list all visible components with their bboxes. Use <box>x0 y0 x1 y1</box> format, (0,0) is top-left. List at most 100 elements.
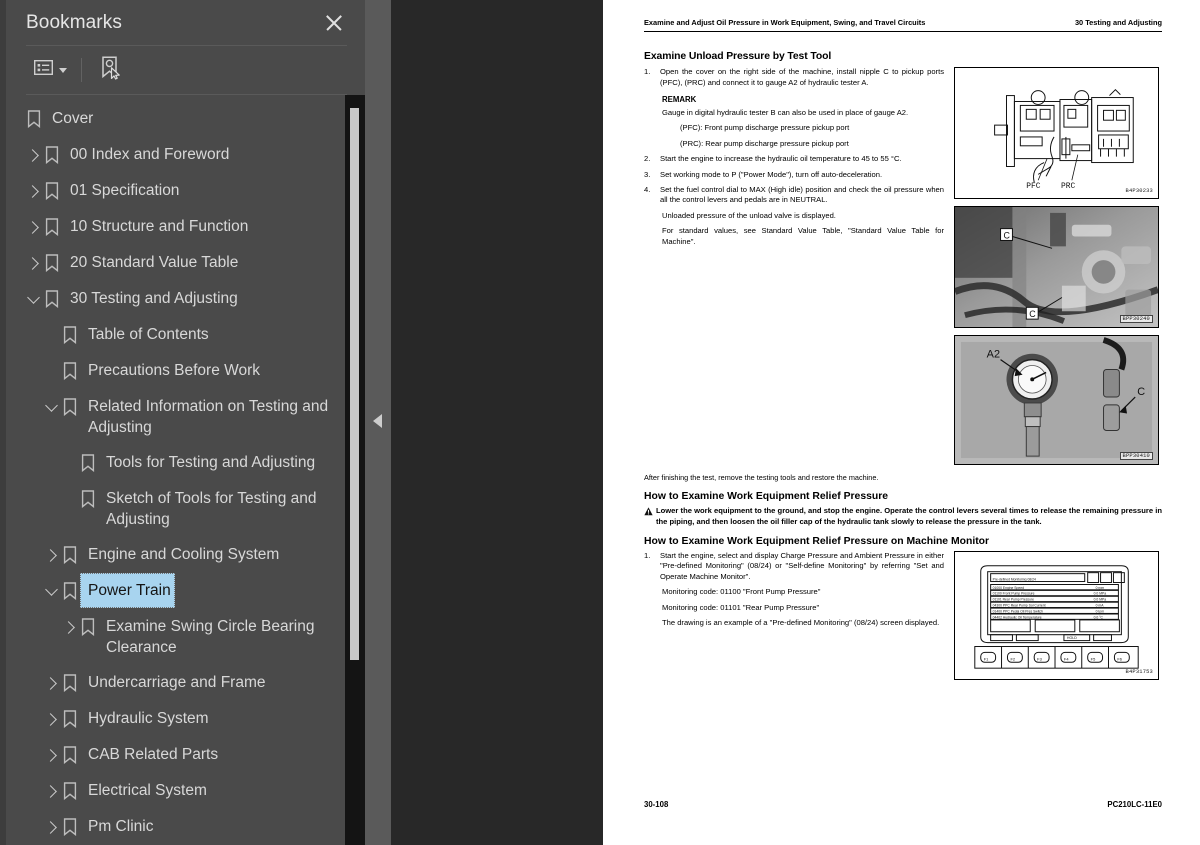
warning-triangle-icon <box>644 506 656 527</box>
svg-text:0 rpm: 0 rpm <box>1096 586 1105 590</box>
step-number: 4. <box>644 185 651 195</box>
chevron-right-icon[interactable] <box>42 701 60 737</box>
svg-text:F1: F1 <box>984 656 989 661</box>
bookmarks-panel-header: Bookmarks <box>6 0 365 45</box>
bookmark-item-10-structure-and-function[interactable]: 10 Structure and Function <box>6 209 347 245</box>
bookmark-item-label: Table of Contents <box>88 326 209 343</box>
svg-text:01400 PPC Pedal Oil Pres Swit: 01400 PPC Pedal Oil Pres Switch <box>993 609 1043 613</box>
remark-title: REMARK <box>662 95 697 104</box>
bookmark-item-examine-swing-circle-bearing-clearance[interactable]: Examine Swing Circle Bearing Clearance <box>6 609 347 665</box>
bookmark-item-30-testing-and-adjusting[interactable]: 30 Testing and Adjusting <box>6 281 347 317</box>
step-text: Open the cover on the right side of the … <box>660 67 944 87</box>
text-column-bottom: 1. Start the engine, select and display … <box>644 551 944 680</box>
monitoring-code-rear: Monitoring code: 01101 "Rear Pump Pressu… <box>662 602 820 612</box>
bookmark-item-20-standard-value-table[interactable]: 20 Standard Value Table <box>6 245 347 281</box>
svg-text:Pre-defined Monitoring 08/24: Pre-defined Monitoring 08/24 <box>993 578 1036 582</box>
chevron-down-icon[interactable] <box>42 389 60 425</box>
step4-notes: Unloaded pressure of the unload valve is… <box>644 211 944 247</box>
svg-text:01000 Engine Speed: 01000 Engine Speed <box>993 586 1024 590</box>
svg-text:0 mA: 0 mA <box>1096 604 1105 608</box>
document-viewer[interactable]: Examine and Adjust Oil Pressure in Work … <box>391 0 1200 845</box>
chevron-down-icon[interactable] <box>42 573 60 609</box>
bookmark-icon <box>42 245 62 281</box>
bookmark-item-undercarriage-and-frame[interactable]: Undercarriage and Frame <box>6 665 347 701</box>
section-heading-relief-pressure: How to Examine Work Equipment Relief Pre… <box>644 491 889 503</box>
bookmark-icon <box>78 445 98 481</box>
chevron-right-icon[interactable] <box>24 173 42 209</box>
warning-block: Lower the work equipment to the ground, … <box>644 506 1162 527</box>
svg-text:C: C <box>1029 309 1036 319</box>
content-columns-bottom: 1. Start the engine, select and display … <box>644 551 1162 680</box>
bookmarks-panel: Bookmarks Cover 00 Index and Foreword 01… <box>6 0 365 845</box>
svg-text:0.0 °C: 0.0 °C <box>1094 615 1104 619</box>
step-text: Start the engine to increase the hydraul… <box>660 154 902 164</box>
bookmark-item-00-index-and-foreword[interactable]: 00 Index and Foreword <box>6 137 347 173</box>
chevron-down-icon[interactable] <box>24 281 42 317</box>
close-icon[interactable] <box>321 10 347 36</box>
bookmark-icon <box>60 537 80 573</box>
list-item: 4. Set the fuel control dial to MAX (Hig… <box>644 185 944 206</box>
bookmark-icon <box>60 737 80 773</box>
nipple-c-installation-photo: C C BPP30240 <box>954 206 1159 329</box>
bookmark-item-table-of-contents[interactable]: Table of Contents <box>6 317 347 353</box>
bookmark-item-01-specification[interactable]: 01 Specification <box>6 173 347 209</box>
bookmark-item-precautions-before-work[interactable]: Precautions Before Work <box>6 353 347 389</box>
list-options-icon <box>33 59 54 80</box>
bookmark-options-button[interactable] <box>28 56 73 84</box>
bookmark-item-engine-and-cooling-system[interactable]: Engine and Cooling System <box>6 537 347 573</box>
remark-note: (PFC): Front pump discharge pressure pic… <box>680 123 850 133</box>
bookmark-item-label: Sketch of Tools for Testing and Adjustin… <box>106 490 317 528</box>
bookmark-item-power-train[interactable]: Power Train <box>6 573 347 609</box>
svg-text:A2: A2 <box>987 349 1000 361</box>
collapse-panel-arrow-icon[interactable] <box>373 414 382 428</box>
chevron-right-icon[interactable] <box>24 209 42 245</box>
monitor-drawing-note: The drawing is an example of a "Pre-defi… <box>662 618 940 628</box>
bookmark-item-label: Power Train <box>80 573 175 608</box>
bookmarks-scrollbar[interactable] <box>345 95 365 845</box>
bookmark-item-cover[interactable]: Cover <box>6 101 347 137</box>
bookmarks-scrollbar-thumb[interactable] <box>350 108 359 660</box>
chevron-right-icon[interactable] <box>42 537 60 573</box>
chevron-right-icon[interactable] <box>42 809 60 845</box>
toolbar-separator <box>81 58 82 82</box>
bookmark-item-label: 00 Index and Foreword <box>70 146 230 163</box>
bookmark-item-tools-for-testing-and-adjusting[interactable]: Tools for Testing and Adjusting <box>6 445 347 481</box>
svg-text:0 Ipm: 0 Ipm <box>1096 609 1105 613</box>
chevron-right-icon[interactable] <box>60 609 78 645</box>
bookmark-item-electrical-system[interactable]: Electrical System <box>6 773 347 809</box>
model-code: PC210LC-11E0 <box>1107 800 1162 809</box>
bookmark-item-cab-related-parts[interactable]: CAB Related Parts <box>6 737 347 773</box>
bookmark-item-label: 20 Standard Value Table <box>70 254 239 271</box>
svg-text:HOLD: HOLD <box>1067 636 1077 640</box>
pdf-reader-window: Bookmarks Cover 00 Index and Foreword 01… <box>0 0 1200 845</box>
bookmark-item-label: Tools for Testing and Adjusting <box>106 454 316 471</box>
header-rule <box>644 30 1162 33</box>
new-bookmark-button[interactable] <box>94 52 128 89</box>
section-heading-relief-pressure-monitor: How to Examine Work Equipment Relief Pre… <box>644 536 990 547</box>
document-page: Examine and Adjust Oil Pressure in Work … <box>603 0 1200 845</box>
chevron-right-icon[interactable] <box>24 137 42 173</box>
steps-list-monitor: 1. Start the engine, select and display … <box>644 551 944 582</box>
bookmark-item-label: 01 Specification <box>70 182 180 199</box>
chevron-right-icon[interactable] <box>42 665 60 701</box>
chevron-right-icon[interactable] <box>42 737 60 773</box>
panel-splitter[interactable] <box>365 0 391 845</box>
bookmark-item-sketch-of-tools-for-testing-and-adjusting[interactable]: Sketch of Tools for Testing and Adjustin… <box>6 481 347 537</box>
svg-text:F3: F3 <box>1037 656 1042 661</box>
bookmark-icon <box>60 809 80 845</box>
list-item: 1. Start the engine, select and display … <box>644 551 944 582</box>
header-title-right: 30 Testing and Adjusting <box>1074 18 1162 27</box>
page-running-header: Examine and Adjust Oil Pressure in Work … <box>644 18 1162 31</box>
chevron-right-icon[interactable] <box>42 773 60 809</box>
bookmark-item-related-information-on-testing-and-adjusting[interactable]: Related Information on Testing and Adjus… <box>6 389 347 445</box>
bookmark-item-pm-clinic[interactable]: Pm Clinic <box>6 809 347 845</box>
chevron-right-icon[interactable] <box>24 245 42 281</box>
svg-text:C: C <box>1004 231 1011 241</box>
page-footer: 30-108 PC210LC-11E0 <box>644 800 1162 809</box>
panel-title: Bookmarks <box>26 11 122 33</box>
chevron-down-icon <box>59 67 67 73</box>
bookmarks-toolbar <box>6 46 365 94</box>
bookmarks-tree-container: Cover 00 Index and Foreword 01 Specificati… <box>6 95 365 845</box>
list-item: 1. Open the cover on the right side of t… <box>644 67 944 88</box>
bookmark-item-hydraulic-system[interactable]: Hydraulic System <box>6 701 347 737</box>
